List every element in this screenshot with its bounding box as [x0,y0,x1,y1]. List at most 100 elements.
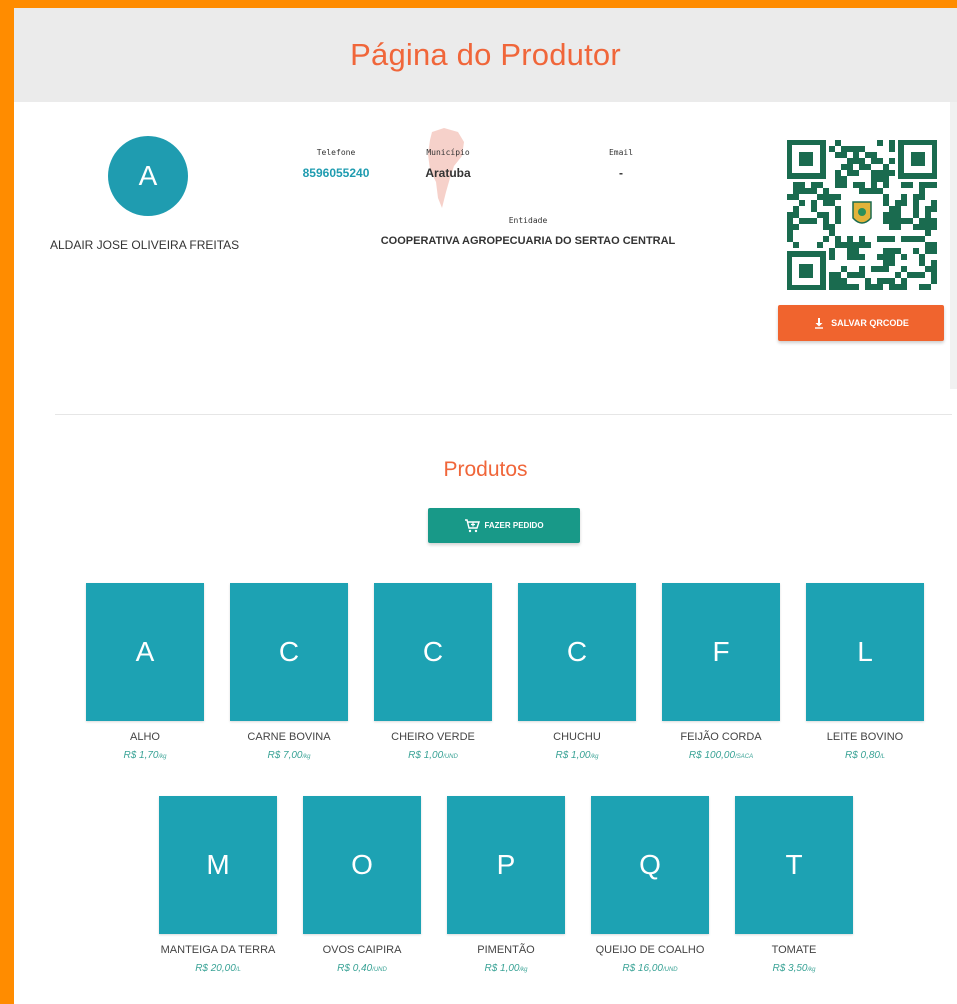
qr-module [919,236,925,242]
qr-module [859,242,865,248]
phone-value[interactable]: 8596055240 [276,166,396,180]
product-tile[interactable]: A [86,583,204,721]
qr-module [823,218,829,224]
qr-module [841,182,847,188]
product-card[interactable]: C CHUCHU R$ 1,00/kg [497,583,657,761]
product-name: ALHO [130,731,160,743]
qr-module [847,164,853,170]
qr-module [847,284,853,290]
qr-module [835,140,841,146]
product-name: TOMATE [771,944,817,956]
qr-module [823,224,829,230]
qr-module [853,242,859,248]
qr-module [829,146,835,152]
qr-module [883,218,889,224]
cart-plus-icon [465,518,481,532]
qr-module [877,266,883,272]
qr-module [793,188,799,194]
product-card[interactable]: O OVOS CAIPIRA R$ 0,40/UND [282,796,442,974]
product-tile[interactable]: M [159,796,277,934]
product-card[interactable]: M MANTEIGA DA TERRA R$ 20,00/L [138,796,298,974]
qr-module [829,272,835,278]
product-card[interactable]: T TOMATE R$ 3,50/kg [714,796,874,974]
municipio-value: Aratuba [425,166,471,180]
product-tile[interactable]: T [735,796,853,934]
qr-module [877,254,883,260]
product-tile[interactable]: C [374,583,492,721]
product-card[interactable]: P PIMENTÃO R$ 1,00/kg [426,796,586,974]
qr-module [853,248,859,254]
product-tile[interactable]: L [806,583,924,721]
qr-module [841,242,847,248]
product-tile[interactable]: P [447,796,565,934]
header-bar: Página do Produtor [14,8,957,102]
product-card[interactable]: L LEITE BOVINO R$ 0,80/L [785,583,945,761]
product-tile[interactable]: C [518,583,636,721]
product-price: R$ 1,00/kg [555,750,599,761]
qr-module [913,194,919,200]
qr-module [913,272,919,278]
email-label: Email [608,148,634,157]
qr-module [853,254,859,260]
entidade-label: Entidade [508,216,548,225]
qr-module [913,212,919,218]
qr-module [823,194,829,200]
qr-module [835,152,841,158]
qr-module [871,170,877,176]
qr-module [847,158,853,164]
product-tile[interactable]: O [303,796,421,934]
qr-module [793,182,799,188]
product-card[interactable]: F FEIJÃO CORDA R$ 100,00/SACA [641,583,801,761]
qr-module [823,200,829,206]
qr-module [883,254,889,260]
qr-module [829,200,835,206]
qr-module [919,272,925,278]
qr-module [925,242,931,248]
qr-module [883,164,889,170]
product-card[interactable]: C CARNE BOVINA R$ 7,00/kg [209,583,369,761]
qr-module [919,218,925,224]
qr-module [901,284,907,290]
product-card[interactable]: Q QUEIJO DE COALHO R$ 16,00/UND [570,796,730,974]
product-letter: C [422,636,444,667]
qr-module [859,188,865,194]
qr-module [865,164,871,170]
qr-module [889,224,895,230]
qr-module [787,194,793,200]
qr-module [889,248,895,254]
product-tile[interactable]: Q [591,796,709,934]
qr-module [871,152,877,158]
qr-module [889,254,895,260]
qr-module [823,236,829,242]
product-card[interactable]: A ALHO R$ 1,70/kg [65,583,225,761]
qr-module [931,182,937,188]
qr-module [871,188,877,194]
entidade-value: COOPERATIVA AGROPECUARIA DO SERTAO CENTR… [380,235,676,247]
qr-module [871,284,877,290]
product-card[interactable]: C CHEIRO VERDE R$ 1,00/UND [353,583,513,761]
avatar: A [108,136,188,216]
qr-module [835,206,841,212]
qr-module [883,194,889,200]
producer-profile-card: A ALDAIR JOSE OLIVEIRA FREITAS Telefone … [14,102,957,389]
qr-module [793,194,799,200]
product-letter: P [496,849,516,880]
qr-module [889,158,895,164]
save-qrcode-button[interactable]: SALVAR QRCODE [778,305,944,341]
product-tile[interactable]: F [662,583,780,721]
qr-module [787,224,793,230]
product-price: R$ 20,00/L [195,963,241,974]
qr-module [841,266,847,272]
qr-module [877,176,883,182]
qr-module [847,248,853,254]
place-order-button[interactable]: FAZER PEDIDO [428,508,580,543]
email-value: - [619,166,623,180]
qr-module [919,254,925,260]
qr-module [931,242,937,248]
product-price: R$ 3,50/kg [772,963,816,974]
qr-module [919,260,925,266]
qr-module [931,278,937,284]
product-tile[interactable]: C [230,583,348,721]
qr-module [829,248,835,254]
qr-module [835,212,841,218]
